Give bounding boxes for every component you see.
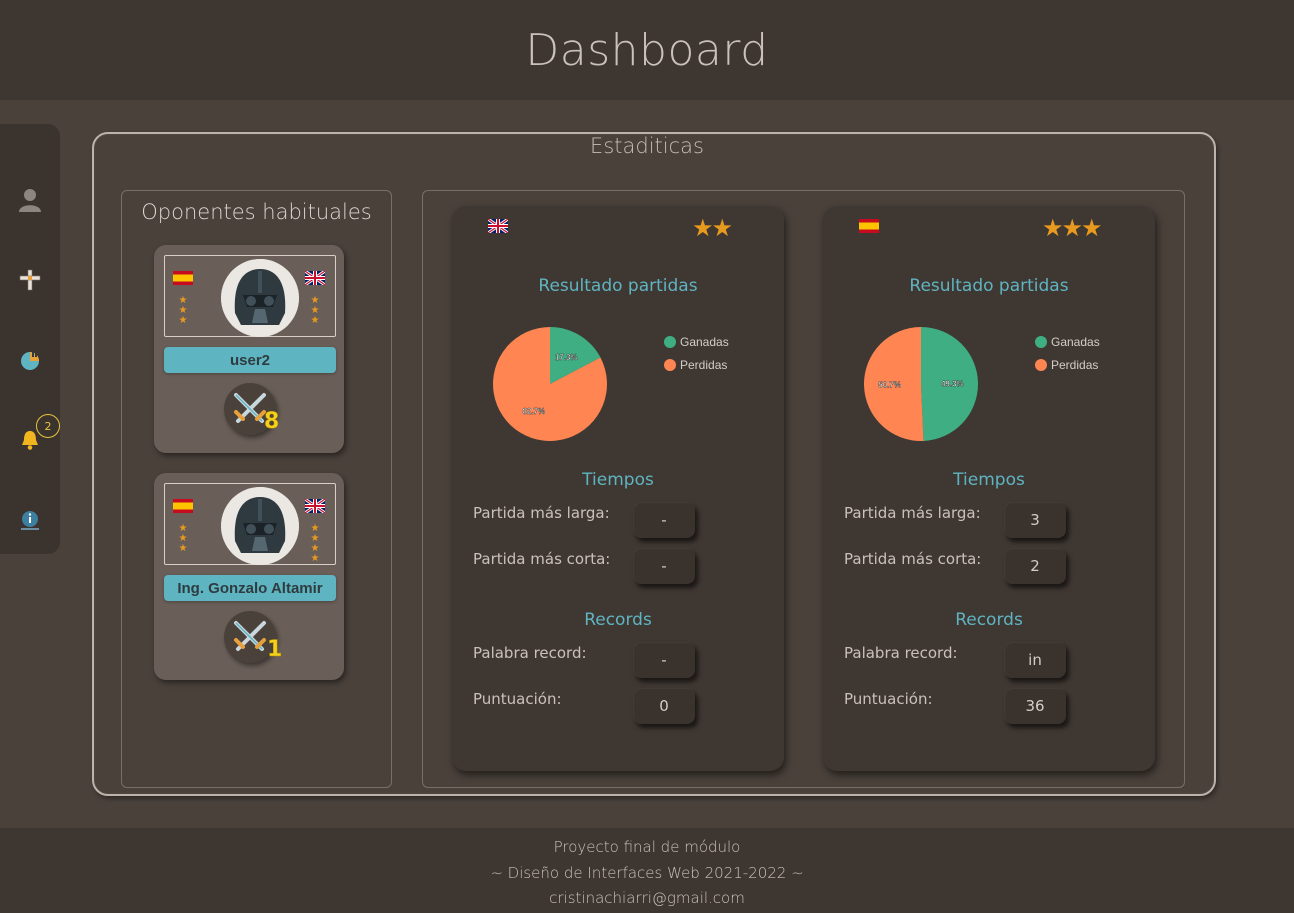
opponent-name-button[interactable]: user2	[164, 347, 336, 373]
record-word-value: in	[1004, 642, 1066, 678]
record-word-label: Palabra record:	[844, 644, 958, 662]
page-header: Dashboard	[0, 0, 1294, 100]
stars-left-icon: ★ ★ ★	[178, 523, 188, 554]
sidebar-item-stats[interactable]	[14, 344, 46, 376]
level-stars-icon: ★★★	[1042, 214, 1103, 242]
longest-game-value: -	[633, 502, 695, 538]
record-word-label: Palabra record:	[473, 644, 587, 662]
opponent-info-box: ★ ★ ★ ★ ★ ★ ★	[164, 483, 336, 565]
results-pie-chart: 49.3% 50.7%	[863, 327, 978, 441]
longest-game-label: Partida más larga:	[844, 504, 981, 522]
longest-game-label: Partida más larga:	[473, 504, 610, 522]
flag-es-icon	[173, 499, 193, 513]
opponent-info-box: ★ ★ ★ ★ ★ ★	[164, 255, 336, 337]
opponent-name-button[interactable]: Ing. Gonzalo Altamir	[164, 575, 336, 601]
legend-item-won[interactable]: Ganadas	[664, 330, 729, 353]
longest-game-value: 3	[1004, 502, 1066, 538]
records-title: Records	[955, 610, 1023, 630]
pie-label-perdidas: 50.7%	[878, 381, 901, 390]
pie-label-ganadas: 49.3%	[941, 379, 964, 388]
flag-gb-icon	[305, 271, 325, 285]
opponent-card: ★ ★ ★ ★ ★ ★ user2 8	[154, 245, 344, 453]
games-count: 1	[267, 637, 283, 663]
legend-item-lost[interactable]: Perdidas	[664, 353, 729, 376]
sidebar-item-info[interactable]	[14, 504, 46, 536]
shortest-game-label: Partida más corta:	[473, 550, 611, 568]
score-value: 0	[633, 688, 695, 724]
footer-project: Proyecto final de módulo	[553, 838, 741, 856]
notification-badge: 2	[36, 414, 60, 438]
results-pie-chart: 17.3% 82.7%	[493, 327, 607, 441]
games-count: 8	[264, 409, 280, 435]
pie-label-perdidas: 82.7%	[522, 407, 545, 416]
language-card-es: ★★★ Resultado partidas 49.3% 50.7% Ganada…	[823, 206, 1155, 771]
page-footer: Proyecto final de módulo ~ Diseño de Int…	[0, 828, 1294, 913]
legend-won-label: Ganadas	[680, 334, 729, 349]
language-card-gb: ★★ Resultado partidas 17.3% 82.7% Ganadas…	[452, 206, 784, 771]
results-title: Resultado partidas	[538, 276, 698, 296]
times-title: Tiempos	[953, 470, 1025, 490]
stars-right-icon: ★ ★ ★ ★	[310, 523, 320, 564]
avatar	[221, 259, 299, 337]
results-title: Resultado partidas	[909, 276, 1069, 296]
legend-lost-label: Perdidas	[680, 357, 728, 372]
legend-won-label: Ganadas	[1051, 334, 1100, 349]
crossword-icon	[19, 269, 41, 291]
flag-es-icon	[173, 271, 193, 285]
chart-legend: Ganadas Perdidas	[1035, 330, 1100, 376]
opponents-title: Oponentes habituales	[141, 200, 372, 224]
info-icon	[21, 511, 39, 530]
legend-won-icon	[664, 335, 676, 348]
opponent-card: ★ ★ ★ ★ ★ ★ ★ Ing. Gonzalo Altamir 1	[154, 473, 344, 680]
score-value: 36	[1004, 688, 1066, 724]
shortest-game-label: Partida más corta:	[844, 550, 982, 568]
legend-item-won[interactable]: Ganadas	[1035, 330, 1100, 353]
legend-won-icon	[1035, 335, 1047, 348]
times-title: Tiempos	[582, 470, 654, 490]
page-title: Dashboard	[525, 24, 769, 76]
footer-email-link[interactable]: cristinachiarri@gmail.com	[549, 889, 745, 907]
legend-item-lost[interactable]: Perdidas	[1035, 353, 1100, 376]
sidebar-item-profile[interactable]	[14, 184, 46, 216]
stats-title: Estaditicas	[590, 134, 704, 158]
shortest-game-value: -	[633, 548, 695, 584]
legend-lost-label: Perdidas	[1051, 357, 1099, 372]
flag-gb-icon	[488, 219, 508, 233]
chart-icon	[21, 351, 39, 370]
footer-course: ~ Diseño de Interfaces Web 2021-2022 ~	[490, 863, 804, 882]
chart-legend: Ganadas Perdidas	[664, 330, 729, 376]
stars-left-icon: ★ ★ ★	[178, 295, 188, 326]
level-stars-icon: ★★	[692, 214, 733, 242]
records-title: Records	[584, 610, 652, 630]
flag-gb-icon	[305, 499, 325, 513]
user-icon	[19, 189, 41, 212]
legend-lost-icon	[664, 358, 676, 371]
pie-label-ganadas: 17.3%	[555, 353, 578, 362]
score-label: Puntuación:	[473, 690, 562, 708]
legend-lost-icon	[1035, 358, 1047, 371]
shortest-game-value: 2	[1004, 548, 1066, 584]
avatar	[221, 487, 299, 565]
score-label: Puntuación:	[844, 690, 933, 708]
stars-right-icon: ★ ★ ★	[310, 295, 320, 326]
sidebar-nav: 2	[0, 124, 60, 554]
flag-es-icon	[859, 219, 879, 233]
record-word-value: -	[633, 642, 695, 678]
sidebar-item-game[interactable]	[14, 264, 46, 296]
